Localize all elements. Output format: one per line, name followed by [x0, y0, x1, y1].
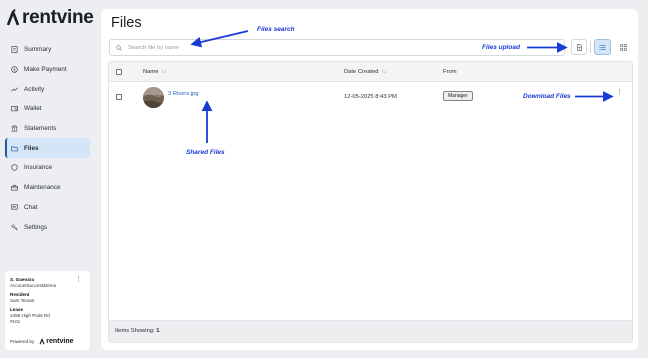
user-card: ⋮ S. Guevara AccountSuccessDemo Resident… [5, 271, 90, 350]
row-checkbox[interactable] [116, 94, 122, 100]
sidebar-item-summary[interactable]: Summary [5, 40, 90, 60]
brand-name: rentvine [22, 7, 94, 28]
list-view-icon [599, 44, 606, 50]
search-icon [116, 44, 122, 51]
column-from: From [443, 69, 457, 75]
file-date: 12-05-2025 8:43 PM [344, 94, 397, 100]
sidebar-item-label: Summary [24, 46, 52, 54]
toolbox-icon [11, 184, 18, 191]
sidebar-item-label: Settings [24, 223, 48, 231]
sidebar-item-label: Insurance [24, 164, 53, 172]
grid-view-button[interactable] [615, 39, 632, 55]
column-date-label: Date Created [344, 69, 379, 75]
lease-unit: #101 [10, 318, 21, 324]
sidebar-item-label: Files [24, 144, 39, 152]
sidebar-item-activity[interactable]: Activity [5, 79, 90, 99]
column-date-created[interactable]: Date Created ↑↓ [344, 69, 386, 75]
list-view-button[interactable] [594, 39, 611, 55]
page-title: Files [111, 15, 142, 31]
sidebar-item-statements[interactable]: Statements [5, 119, 90, 139]
sidebar: rentvine Summary $ Make Payment Activity… [0, 0, 98, 358]
svg-text:$: $ [13, 67, 16, 72]
resident-value: Sam Tenant [10, 297, 35, 303]
annotation-download-files: Download Files [523, 93, 571, 100]
document-icon [11, 46, 18, 54]
sidebar-item-label: Make Payment [24, 66, 67, 74]
powered-by: Powered by rentvine [10, 338, 74, 345]
file-thumbnail[interactable] [143, 87, 164, 108]
sort-icon[interactable]: ↑↓ [161, 69, 166, 75]
sidebar-item-wallet[interactable]: Wallet [5, 99, 90, 119]
column-name-label: Name [143, 69, 159, 75]
powered-brand: rentvine [46, 337, 74, 345]
powered-by-label: Powered by [10, 338, 35, 344]
sidebar-item-files[interactable]: Files [5, 138, 90, 159]
settings-icon [11, 224, 18, 231]
items-showing-label: Items Showing: [115, 328, 155, 334]
bank-icon [11, 125, 18, 132]
annotation-files-upload: Files upload [482, 44, 520, 51]
user-menu-icon[interactable]: ⋮ [75, 276, 82, 283]
sort-icon[interactable]: ↑↓ [381, 69, 386, 75]
file-name-link[interactable]: 3 Rivers.jpg [168, 91, 199, 97]
sidebar-item-label: Wallet [24, 105, 42, 113]
sidebar-item-make-payment[interactable]: $ Make Payment [5, 60, 90, 80]
shield-icon [11, 164, 18, 172]
chat-icon [11, 204, 18, 211]
sidebar-item-insurance[interactable]: Insurance [5, 158, 90, 178]
activity-icon [11, 86, 18, 93]
upload-button[interactable] [571, 39, 587, 55]
folder-icon [11, 145, 18, 152]
files-table: Name ↑↓ Date Created ↑↓ From 3 Rivers.jp… [108, 61, 633, 343]
rentvine-logo-icon [39, 338, 45, 345]
sidebar-item-settings[interactable]: Settings [5, 217, 90, 237]
user-account: AccountSuccessDemo [10, 282, 57, 288]
powered-by-logo: rentvine [39, 337, 74, 345]
image-thumbnail-icon [143, 87, 164, 108]
main-panel: Files Name ↑↓ Date Created ↑↓ From [101, 9, 638, 350]
annotation-shared-files: Shared Files [186, 149, 225, 156]
dollar-icon: $ [11, 66, 18, 73]
sidebar-nav: Summary $ Make Payment Activity Wallet S… [5, 40, 90, 237]
items-showing-count: 1 [156, 328, 160, 334]
wallet-icon [11, 105, 18, 112]
sidebar-item-chat[interactable]: Chat [5, 198, 90, 218]
from-badge: Manager [443, 91, 473, 101]
toolbar-divider [590, 41, 591, 53]
annotation-files-search: Files search [257, 26, 295, 33]
select-all-checkbox[interactable] [116, 69, 122, 75]
sidebar-item-label: Statements [24, 125, 57, 133]
row-menu-icon[interactable]: ⋮ [616, 89, 623, 96]
grid-view-icon [620, 43, 627, 51]
table-footer: Items Showing: 1 [109, 320, 632, 342]
sidebar-item-label: Activity [24, 85, 45, 93]
upload-file-icon [576, 43, 582, 51]
sidebar-item-label: Maintenance [24, 184, 61, 192]
column-from-label: From [443, 69, 457, 75]
sidebar-item-maintenance[interactable]: Maintenance [5, 178, 90, 198]
table-header: Name ↑↓ Date Created ↑↓ From [109, 62, 632, 82]
rentvine-logo-icon [6, 9, 20, 26]
brand-logo[interactable]: rentvine [6, 7, 94, 29]
sidebar-item-label: Chat [24, 203, 38, 211]
search-input[interactable] [128, 44, 528, 51]
column-name[interactable]: Name ↑↓ [143, 69, 166, 75]
